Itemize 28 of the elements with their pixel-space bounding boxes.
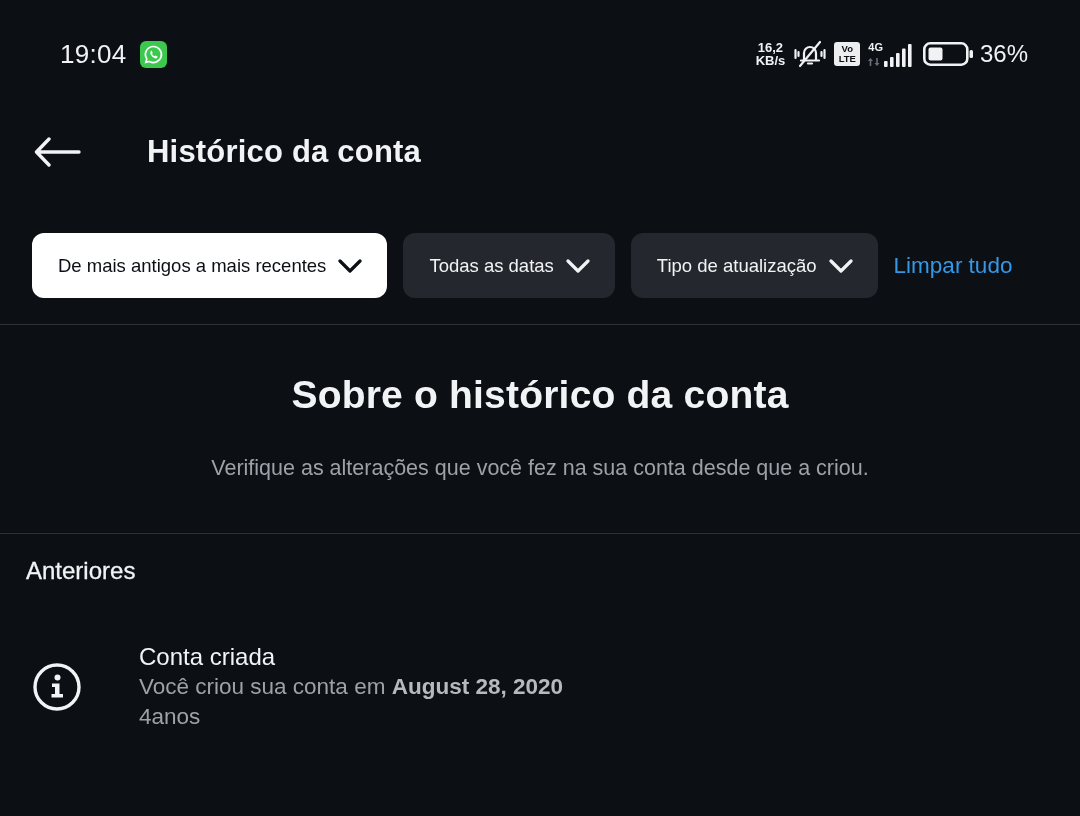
volte-text: LTE [838, 54, 856, 64]
status-time: 19:04 [60, 38, 127, 70]
chevron-down-icon [338, 258, 363, 273]
network-type: 4G [868, 41, 883, 53]
group-heading: Anteriores [26, 556, 137, 586]
history-item-description: Você criou sua conta em August 28, 2020 [139, 673, 563, 701]
filter-dropdown[interactable]: Tipo de atualização [630, 233, 878, 298]
clear-all-link[interactable]: Limpar tudo [893, 252, 1013, 279]
chat-app-icon [139, 40, 167, 68]
history-item-age: 4anos [139, 703, 202, 731]
chevron-down-icon [565, 258, 590, 273]
about-description: Verifique as alterações que você fez na sua conta desde que a criou. [211, 455, 869, 482]
about-heading: Sobre o histórico da conta [291, 372, 789, 418]
signal-bars-icon [883, 43, 912, 67]
filter-dropdown[interactable]: Todas as datas [403, 233, 615, 298]
network-speed-value: 16,2 [757, 41, 784, 54]
bell-muted-icon [793, 40, 828, 68]
battery-icon [922, 42, 973, 66]
history-item-title: Conta criada [139, 642, 277, 672]
battery-percent: 36% [979, 40, 1028, 68]
network-speed-unit: KB/s [755, 54, 786, 67]
info-icon [33, 663, 81, 711]
arrow-left-icon [34, 137, 81, 167]
data-arrows-icon [868, 57, 881, 66]
chevron-down-icon [828, 258, 853, 273]
page-title: Histórico da conta [147, 134, 422, 170]
filter-dropdown[interactable]: De mais antigos a mais recentes [32, 233, 388, 298]
volte-text: Vo [841, 44, 853, 54]
